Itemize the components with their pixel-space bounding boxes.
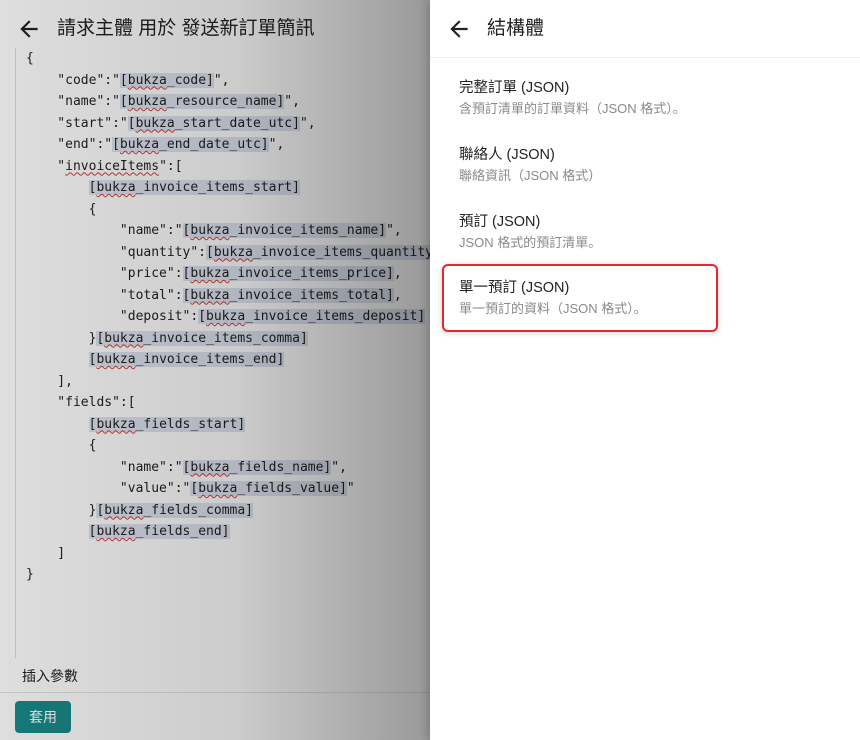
code-line: "name":"[bukza_resource_name]", bbox=[26, 94, 300, 109]
spellcheck-underline: bukza bbox=[206, 309, 246, 324]
spellcheck-underline: bukza bbox=[198, 481, 238, 496]
placeholder-token: [bukza_code] bbox=[119, 72, 214, 88]
placeholder-token: [bukza_invoice_items_start] bbox=[88, 180, 300, 195]
placeholder-token: [bukza_invoice_items_end] bbox=[88, 352, 285, 367]
spellcheck-underline: bukza bbox=[190, 266, 230, 281]
option-title: 單一預訂 (JSON) bbox=[459, 280, 570, 296]
placeholder-token: [bukza_invoice_items_total] bbox=[182, 287, 394, 303]
option-reservations[interactable]: 預訂 (JSON) JSON 格式的預訂清單。 bbox=[442, 198, 718, 266]
placeholder-token: [bukza_invoice_items_price] bbox=[182, 266, 394, 281]
code-line: "total":[bukza_invoice_items_total], bbox=[26, 287, 402, 303]
option-title: 預訂 (JSON) bbox=[459, 214, 541, 230]
option-single-reservation[interactable]: 單一預訂 (JSON) 單一預訂的資料（JSON 格式）。 bbox=[442, 264, 718, 332]
code-key: invoiceItems bbox=[65, 159, 159, 174]
placeholder-token: [bukza_invoice_items_deposit] bbox=[198, 309, 426, 324]
code-line: "code":"[bukza_code]", bbox=[26, 72, 230, 88]
apply-button[interactable]: 套用 bbox=[15, 701, 71, 733]
option-description: 單一預訂的資料（JSON 格式）。 bbox=[459, 301, 647, 316]
placeholder-token: [bukza_end_date_utc] bbox=[112, 137, 269, 152]
spellcheck-underline: bukza bbox=[96, 416, 136, 432]
code-line: "quantity":[bukza_invoice_items_quantity… bbox=[26, 242, 430, 264]
code-line: [bukza_fields_end] bbox=[26, 521, 430, 543]
drawer-header: 結構體 bbox=[430, 0, 860, 58]
code-line: ], bbox=[26, 373, 73, 389]
code-line: "deposit":[bukza_invoice_items_deposit] bbox=[26, 309, 426, 324]
code-line: } bbox=[26, 567, 34, 582]
spellcheck-underline: bukza bbox=[127, 94, 167, 109]
code-line: { bbox=[26, 51, 34, 66]
spellcheck-underline: invoiceItems bbox=[65, 158, 160, 174]
placeholder-token: [bukza_fields_name] bbox=[182, 459, 332, 475]
option-title: 聯絡人 (JSON) bbox=[459, 147, 555, 163]
code-line: "end":"[bukza_end_date_utc]", bbox=[26, 137, 285, 152]
drawer-title: 結構體 bbox=[487, 18, 545, 39]
code-line: "name":"[bukza_invoice_items_name]", bbox=[26, 223, 402, 238]
spellcheck-underline: bukza bbox=[96, 524, 136, 539]
code-line: "fields":[ bbox=[26, 395, 136, 410]
spellcheck-underline: bukza bbox=[119, 137, 160, 152]
spellcheck-underline: bukza bbox=[104, 502, 144, 518]
spellcheck-underline: bukza bbox=[190, 287, 230, 303]
option-contact[interactable]: 聯絡人 (JSON) 聯絡資訊（JSON 格式） bbox=[442, 131, 718, 199]
code-line: "invoiceItems":[ bbox=[26, 158, 183, 174]
code-content[interactable]: { "code":"[bukza_code]", "name":"[bukza_… bbox=[26, 48, 430, 586]
option-description: 聯絡資訊（JSON 格式） bbox=[459, 168, 602, 183]
placeholder-token: [bukza_start_date_utc] bbox=[127, 115, 300, 131]
placeholder-token: [bukza_invoice_items_name] bbox=[182, 223, 387, 238]
option-description: JSON 格式的預訂清單。 bbox=[459, 235, 602, 250]
code-line: { bbox=[26, 201, 97, 217]
code-line: [bukza_invoice_items_start] bbox=[26, 177, 430, 199]
code-line: [bukza_fields_start] bbox=[26, 414, 430, 436]
placeholder-token: [bukza_fields_end] bbox=[88, 524, 230, 539]
placeholder-token: [bukza_invoice_items_quantity] bbox=[206, 244, 430, 260]
arrow-left-icon[interactable] bbox=[16, 16, 42, 42]
arrow-left-icon[interactable] bbox=[446, 16, 472, 42]
code-line: { bbox=[26, 438, 97, 453]
code-line: [bukza_invoice_items_end] bbox=[26, 349, 430, 371]
placeholder-token: [bukza_fields_comma] bbox=[96, 502, 253, 518]
placeholder-token: [bukza_resource_name] bbox=[119, 94, 285, 109]
structure-drawer: 結構體 完整訂單 (JSON) 含預訂清單的訂單資料（JSON 格式）。 聯絡人… bbox=[430, 0, 860, 740]
spellcheck-underline: bukza bbox=[213, 244, 253, 260]
option-description: 含預訂清單的訂單資料（JSON 格式）。 bbox=[459, 101, 686, 116]
page-title: 請求主體 用於 發送新訂單簡訊 bbox=[57, 18, 315, 39]
footer-divider bbox=[0, 692, 430, 693]
spellcheck-underline: bukza bbox=[135, 115, 175, 131]
placeholder-token: [bukza_fields_start] bbox=[88, 416, 246, 432]
code-line: "start":"[bukza_start_date_utc]", bbox=[26, 115, 316, 131]
code-line: }[bukza_fields_comma] bbox=[26, 502, 253, 518]
spellcheck-underline: bukza bbox=[190, 459, 230, 475]
option-title: 完整訂單 (JSON) bbox=[459, 80, 570, 96]
code-line: "price":[bukza_invoice_items_price], bbox=[26, 266, 402, 281]
insert-parameter-link[interactable]: 插入參數 bbox=[22, 666, 78, 686]
spellcheck-underline: bukza bbox=[104, 330, 144, 346]
template-editor-panel: 請求主體 用於 發送新訂單簡訊 { "code":"[bukza_code]",… bbox=[0, 0, 430, 740]
spellcheck-underline: bukza bbox=[96, 352, 136, 367]
code-line: "value":"[bukza_fields_value]" bbox=[26, 481, 355, 496]
placeholder-token: [bukza_fields_value] bbox=[190, 481, 347, 496]
code-line: }[bukza_invoice_items_comma] bbox=[26, 330, 308, 346]
code-line: ] bbox=[26, 545, 66, 561]
option-full-order[interactable]: 完整訂單 (JSON) 含預訂清單的訂單資料（JSON 格式）。 bbox=[442, 64, 718, 132]
spellcheck-underline: bukza bbox=[96, 180, 136, 195]
spellcheck-underline: bukza bbox=[127, 72, 167, 88]
placeholder-token: [bukza_invoice_items_comma] bbox=[96, 330, 308, 346]
code-editor[interactable]: { "code":"[bukza_code]", "name":"[bukza_… bbox=[15, 48, 430, 658]
spellcheck-underline: bukza bbox=[190, 223, 230, 238]
code-line: "name":"[bukza_fields_name]", bbox=[26, 459, 347, 475]
